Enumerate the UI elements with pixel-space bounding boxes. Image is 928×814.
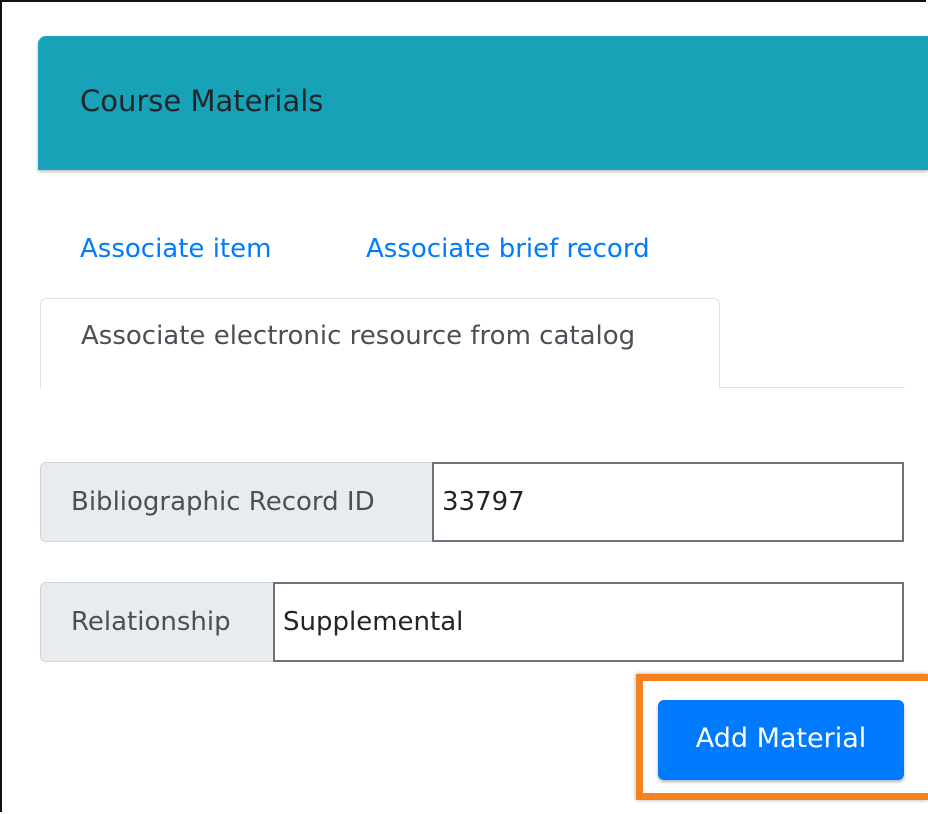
tab-divider [719,387,905,388]
bib-record-id-label: Bibliographic Record ID [40,462,434,542]
bib-record-id-group: Bibliographic Record ID 33797 [40,462,904,542]
tab-associate-item[interactable]: Associate item [80,234,271,264]
card-title: Course Materials [80,84,324,118]
relationship-group: Relationship Supplemental [40,582,904,662]
card-header: Course Materials [38,36,928,170]
tab-associate-electronic-resource[interactable]: Associate electronic resource from catal… [40,298,720,388]
tab-label: Associate electronic resource from catal… [81,321,636,351]
bib-record-id-input[interactable]: 33797 [432,462,904,542]
tab-associate-brief-record[interactable]: Associate brief record [366,234,650,264]
add-material-button[interactable]: Add Material [658,700,904,780]
relationship-input[interactable]: Supplemental [273,582,904,662]
relationship-label: Relationship [40,582,276,662]
